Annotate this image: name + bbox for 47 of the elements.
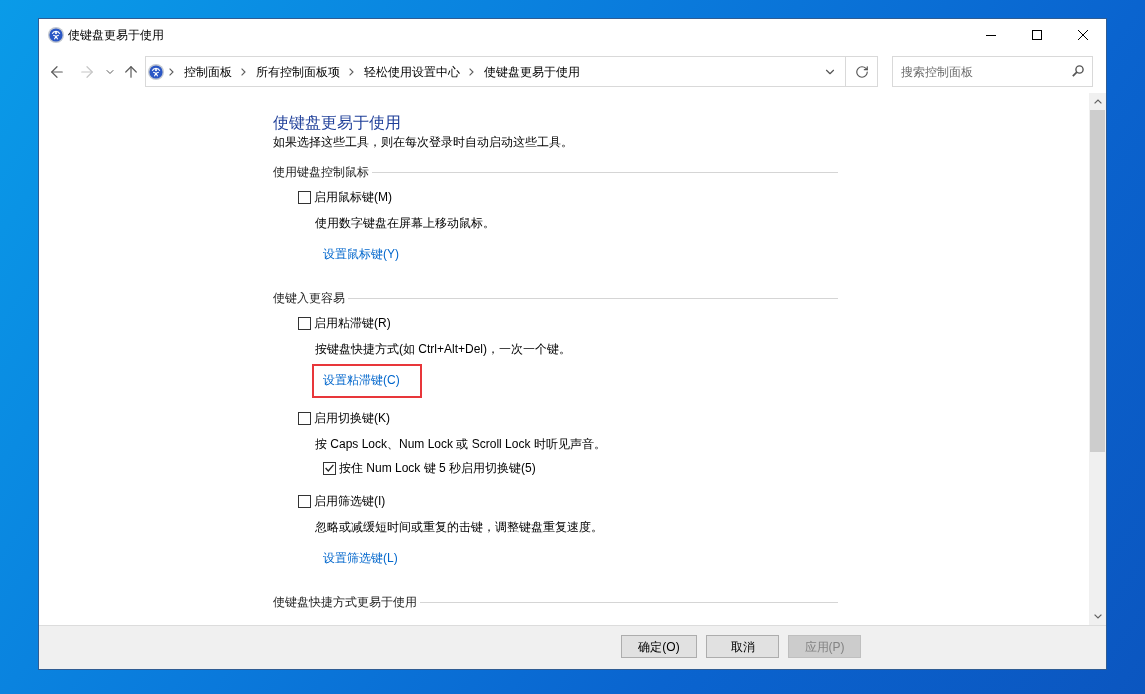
checkbox[interactable] [298,494,311,508]
window-title: 使键盘更易于使用 [68,27,164,43]
page-heading: 使键盘更易于使用 [273,113,401,133]
breadcrumb-link[interactable]: 轻松使用设置中心 [364,63,460,80]
settings-link[interactable]: 设置鼠标键(Y) [323,246,399,262]
description-text: 忽略或减缓短时间或重复的击键，调整键盘重复速度。 [315,519,603,535]
checkbox-label[interactable]: 启用筛选键(I) [314,493,386,509]
address-bar[interactable]: 控制面板 所有控制面板项 轻松使用设置中心 使键盘更易于使用 [145,56,878,87]
section-heading: 使键盘快捷方式更易于使用 [273,594,417,610]
dialog-button[interactable]: 取消 [706,635,779,658]
chevron-right-icon [169,67,174,76]
accessibility-icon [148,63,164,80]
checkbox[interactable] [323,461,336,475]
scrollbar-thumb[interactable] [1090,110,1105,452]
chevron-right-icon [241,67,246,76]
checkbox-label[interactable]: 启用鼠标键(M) [314,189,392,205]
checkbox[interactable] [298,316,311,330]
description-text: 按键盘快捷方式(如 Ctrl+Alt+Del)，一次一个键。 [315,341,571,357]
search-icon [1072,65,1084,77]
scroll-down-icon [1093,614,1102,619]
description-text: 按 Caps Lock、Num Lock 或 Scroll Lock 时听见声音。 [315,436,606,452]
checkbox[interactable] [298,411,311,425]
vertical-scrollbar[interactable] [1089,93,1106,625]
settings-link[interactable]: 设置筛选键(L) [323,550,398,566]
settings-link[interactable]: 设置粘滞键(C) [323,372,400,388]
dialog-button[interactable]: 确定(O) [621,635,697,658]
close-icon [1078,30,1088,40]
intro-text: 如果选择这些工具，则在每次登录时自动启动这些工具。 [273,134,573,150]
minimize-icon [986,34,996,36]
chevron-right-icon [469,67,474,76]
section-heading: 使用键盘控制鼠标 [273,164,369,180]
section-heading: 使键入更容易 [273,290,345,306]
scroll-up-icon [1093,99,1102,104]
breadcrumb-link[interactable]: 所有控制面板项 [256,63,340,80]
accessibility-icon [48,27,64,43]
search-field[interactable]: 搜索控制面板 [892,56,1093,87]
chevron-right-icon [349,67,354,76]
checkbox-label[interactable]: 启用粘滞键(R) [314,315,391,331]
maximize-icon [1032,30,1042,40]
description-text: 使用数字键盘在屏幕上移动鼠标。 [315,215,495,231]
refresh-icon [854,64,869,79]
breadcrumb-link[interactable]: 使键盘更易于使用 [484,63,580,80]
checkbox-label[interactable]: 启用切换键(K) [314,410,390,426]
checkmark-icon [325,464,334,472]
checkbox[interactable] [298,190,311,204]
checkbox-label[interactable]: 按住 Num Lock 键 5 秒启用切换键(5) [339,460,536,476]
breadcrumb-link[interactable]: 控制面板 [184,63,232,80]
